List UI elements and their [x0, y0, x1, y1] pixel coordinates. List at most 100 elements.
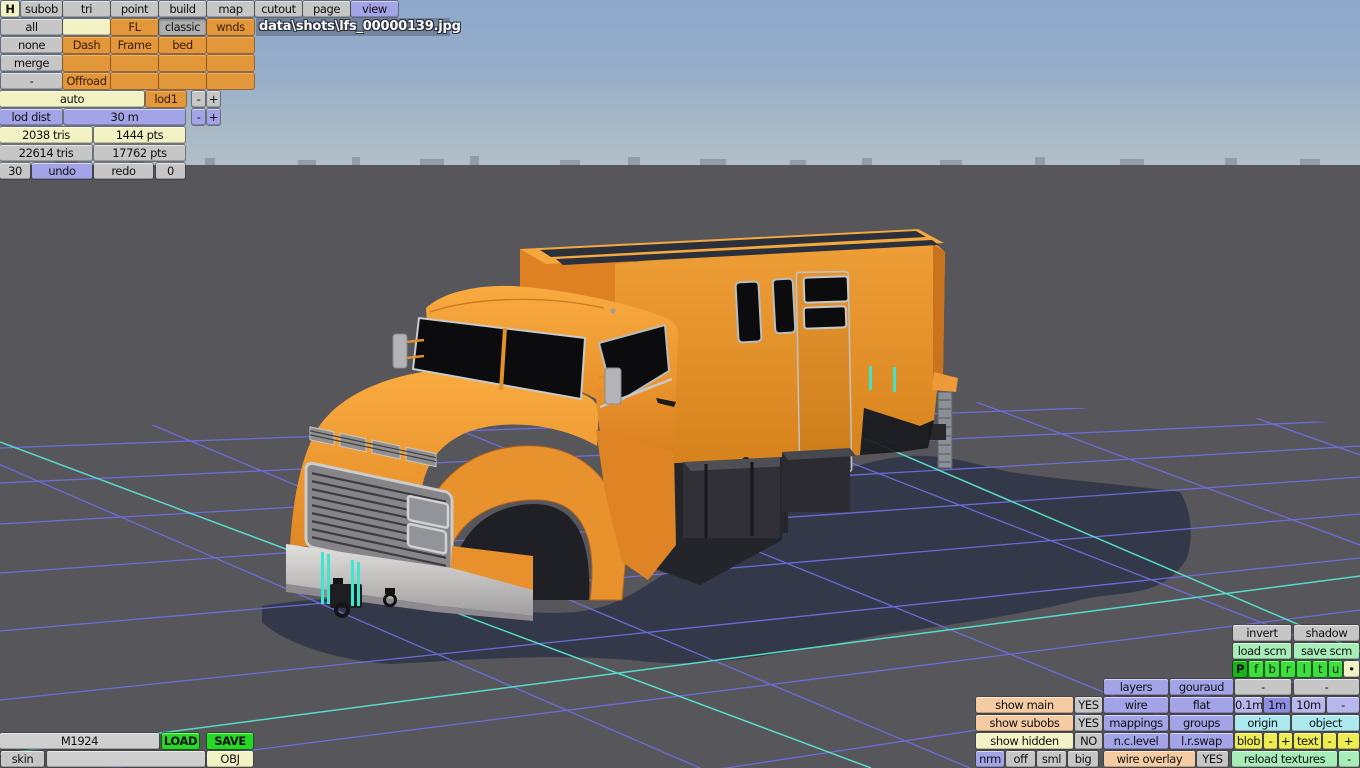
- menu-h-button[interactable]: H: [1, 1, 19, 17]
- nc-level-button[interactable]: n.c.level: [1104, 733, 1168, 749]
- select-all-button[interactable]: all: [1, 19, 62, 35]
- model-name-field[interactable]: M1924: [0, 733, 159, 749]
- reload-textures-button[interactable]: reload textures: [1232, 751, 1337, 767]
- lod-dist-plus-button[interactable]: +: [207, 109, 220, 125]
- lod-dist-value[interactable]: 30 m: [64, 109, 185, 125]
- subobject-cell-empty[interactable]: [159, 55, 206, 71]
- menu-tri-button[interactable]: tri: [63, 1, 110, 17]
- nrm-off-button[interactable]: off: [1006, 751, 1035, 767]
- lod-points-count: 1444 pts: [94, 127, 185, 143]
- show-hidden-label[interactable]: show hidden: [976, 733, 1073, 749]
- text-button[interactable]: text: [1294, 733, 1321, 749]
- object-button[interactable]: object: [1292, 715, 1359, 731]
- grid-step-10m-button[interactable]: 10m: [1292, 697, 1325, 713]
- view-perspective-button[interactable]: P: [1233, 661, 1247, 677]
- origin-button[interactable]: origin: [1235, 715, 1290, 731]
- menu-map-button[interactable]: map: [207, 1, 254, 17]
- select-minus-button[interactable]: -: [1, 73, 62, 89]
- blob-plus-button[interactable]: +: [1279, 733, 1292, 749]
- subobject-wnds-button[interactable]: wnds: [207, 19, 254, 35]
- wire-button[interactable]: wire: [1104, 697, 1168, 713]
- reload-textures-minus-button[interactable]: -: [1339, 751, 1359, 767]
- total-points-count: 17762 pts: [94, 145, 185, 161]
- box-side-door: [795, 270, 853, 474]
- subobject-cell-empty[interactable]: [207, 55, 254, 71]
- redo-button[interactable]: redo: [94, 163, 153, 179]
- view-back-button[interactable]: b: [1265, 661, 1279, 677]
- wire-overlay-toggle[interactable]: YES: [1197, 751, 1228, 767]
- menu-subob-button[interactable]: subob: [21, 1, 62, 17]
- grid-step-01m-button[interactable]: 0.1m: [1235, 697, 1262, 713]
- skin-name-field[interactable]: [47, 751, 205, 767]
- skin-button[interactable]: skin: [1, 751, 44, 767]
- menu-cutout-button[interactable]: cutout: [255, 1, 302, 17]
- select-none-button[interactable]: none: [1, 37, 62, 53]
- lod1-button[interactable]: lod1: [146, 91, 186, 107]
- show-main-toggle[interactable]: YES: [1075, 697, 1102, 713]
- subobject-dash-button[interactable]: Dash: [63, 37, 110, 53]
- view-under-button[interactable]: u: [1329, 661, 1342, 677]
- grid-step-1m-button-active[interactable]: 1m: [1264, 697, 1290, 713]
- show-subobs-label[interactable]: show subobs: [976, 715, 1073, 731]
- show-main-label[interactable]: show main: [976, 697, 1073, 713]
- lod-minus-button[interactable]: -: [192, 91, 205, 107]
- subobject-cell-empty[interactable]: [111, 55, 158, 71]
- obj-button[interactable]: OBJ: [207, 751, 253, 767]
- menu-build-button[interactable]: build: [159, 1, 206, 17]
- blob-button[interactable]: blob: [1235, 733, 1262, 749]
- subobject-cell-empty[interactable]: [207, 37, 254, 53]
- dash-button[interactable]: -: [1294, 679, 1359, 695]
- flat-button[interactable]: flat: [1170, 697, 1233, 713]
- invert-button[interactable]: invert: [1233, 625, 1291, 641]
- wire-overlay-label[interactable]: wire overlay: [1104, 751, 1195, 767]
- nrm-big-button[interactable]: big: [1068, 751, 1098, 767]
- subobject-fl-button[interactable]: FL: [111, 19, 158, 35]
- subobject-cell-empty[interactable]: [63, 55, 110, 71]
- mappings-button[interactable]: mappings: [1104, 715, 1168, 731]
- view-left-button[interactable]: l: [1297, 661, 1311, 677]
- menu-point-button[interactable]: point: [111, 1, 158, 17]
- subobject-cell-empty[interactable]: [111, 73, 158, 89]
- lfs-modeler-window: H subob tri point build map cutout page …: [0, 0, 1360, 768]
- shadow-button[interactable]: shadow: [1294, 625, 1359, 641]
- groups-button[interactable]: groups: [1170, 715, 1233, 731]
- save-button[interactable]: SAVE: [207, 733, 253, 749]
- subobject-bed-button[interactable]: bed: [159, 37, 206, 53]
- undo-button[interactable]: undo: [32, 163, 92, 179]
- redo-count: 0: [156, 163, 185, 179]
- view-right-button[interactable]: r: [1281, 661, 1295, 677]
- subobject-offroad-button[interactable]: Offroad: [63, 73, 110, 89]
- subobject-cell-empty[interactable]: [159, 73, 206, 89]
- load-scm-button[interactable]: load scm: [1233, 643, 1291, 659]
- nrm-button[interactable]: nrm: [976, 751, 1004, 767]
- show-subobs-toggle[interactable]: YES: [1075, 715, 1102, 731]
- subobject-cell-empty[interactable]: [63, 19, 110, 35]
- grid-step-off-button[interactable]: -: [1327, 697, 1359, 713]
- subobject-frame-button[interactable]: Frame: [111, 37, 158, 53]
- text-plus-button[interactable]: +: [1338, 733, 1359, 749]
- view-top-button[interactable]: t: [1313, 661, 1327, 677]
- view-front-button[interactable]: f: [1249, 661, 1263, 677]
- gouraud-button[interactable]: gouraud: [1170, 679, 1233, 695]
- menu-page-button[interactable]: page: [303, 1, 350, 17]
- menu-view-button-active[interactable]: view: [351, 1, 398, 17]
- screenshot-path-label: data\shots\lfs_00000139.jpg: [256, 18, 461, 36]
- view-dot-button[interactable]: •: [1344, 661, 1359, 677]
- save-scm-button[interactable]: save scm: [1294, 643, 1359, 659]
- merge-button[interactable]: merge: [1, 55, 62, 71]
- lr-swap-button[interactable]: l.r.swap: [1170, 733, 1233, 749]
- subobject-classic-button[interactable]: classic: [159, 19, 206, 35]
- lod-dist-minus-button[interactable]: -: [192, 109, 205, 125]
- subobject-cell-empty[interactable]: [207, 73, 254, 89]
- load-button[interactable]: LOAD: [162, 733, 199, 749]
- lod-plus-button[interactable]: +: [207, 91, 220, 107]
- text-minus-button[interactable]: -: [1323, 733, 1336, 749]
- nrm-sml-button[interactable]: sml: [1037, 751, 1066, 767]
- dash-button[interactable]: -: [1235, 679, 1291, 695]
- show-hidden-toggle[interactable]: NO: [1075, 733, 1102, 749]
- blob-minus-button[interactable]: -: [1264, 733, 1277, 749]
- rear-flap: [932, 372, 958, 392]
- lod-auto-button[interactable]: auto: [0, 91, 144, 107]
- lod-dist-label[interactable]: lod dist: [0, 109, 62, 125]
- layers-button[interactable]: layers: [1104, 679, 1168, 695]
